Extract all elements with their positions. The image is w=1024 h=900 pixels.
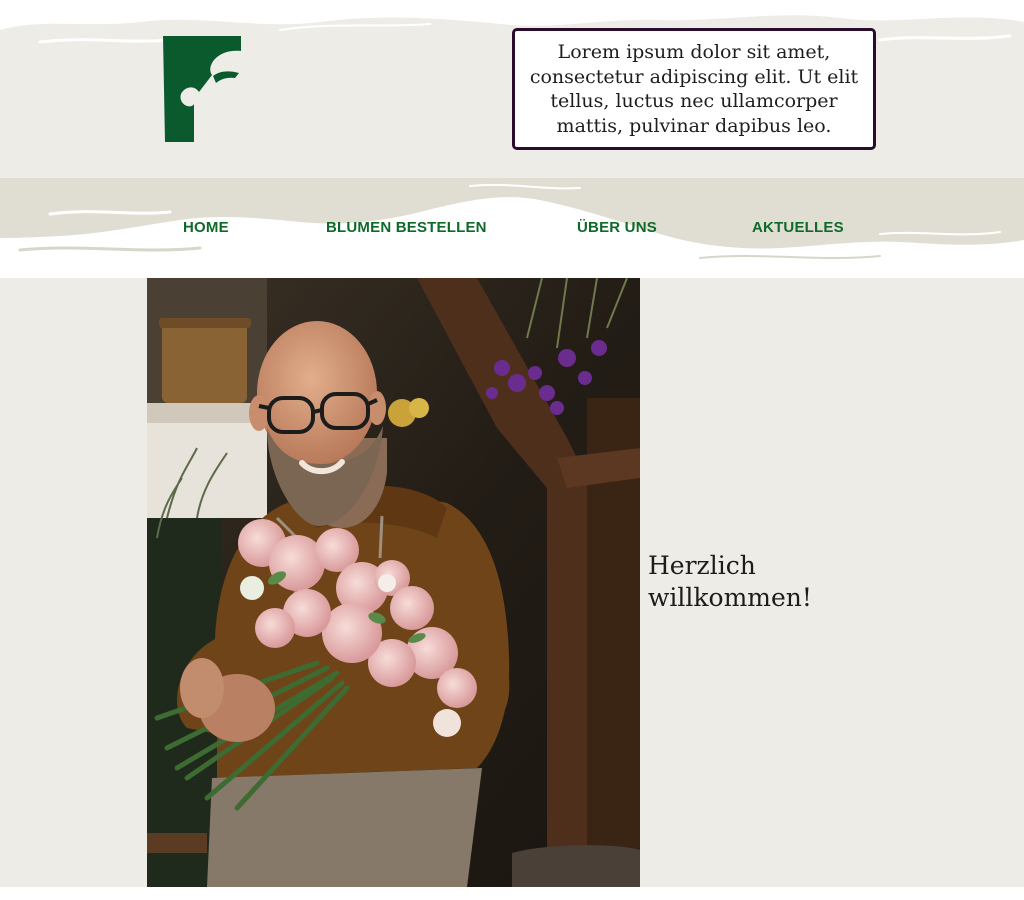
brand-logo[interactable] [163, 36, 241, 142]
welcome-heading: Herzlich willkommen! [648, 551, 812, 612]
nav-item-aktuelles[interactable]: AKTUELLES [752, 219, 844, 236]
nav-wave-band [0, 178, 1024, 259]
main-content: Herzlich willkommen! [0, 278, 1024, 900]
nav-item-home[interactable]: HOME [183, 219, 229, 236]
florist-illustration [147, 278, 640, 887]
main-navigation: HOME BLUMEN BESTELLEN ÜBER UNS AKTUELLES [0, 178, 1024, 278]
site-header: Lorem ipsum dolor sit amet, consectetur … [0, 0, 1024, 178]
footer-wave-strip [0, 887, 1024, 900]
intro-text: Lorem ipsum dolor sit amet, consectetur … [529, 41, 859, 137]
intro-text-box: Lorem ipsum dolor sit amet, consectetur … [512, 28, 876, 150]
nav-item-blumen-bestellen[interactable]: BLUMEN BESTELLEN [326, 219, 487, 236]
nav-item-ueber-uns[interactable]: ÜBER UNS [577, 219, 657, 236]
florist-photo [147, 278, 640, 887]
